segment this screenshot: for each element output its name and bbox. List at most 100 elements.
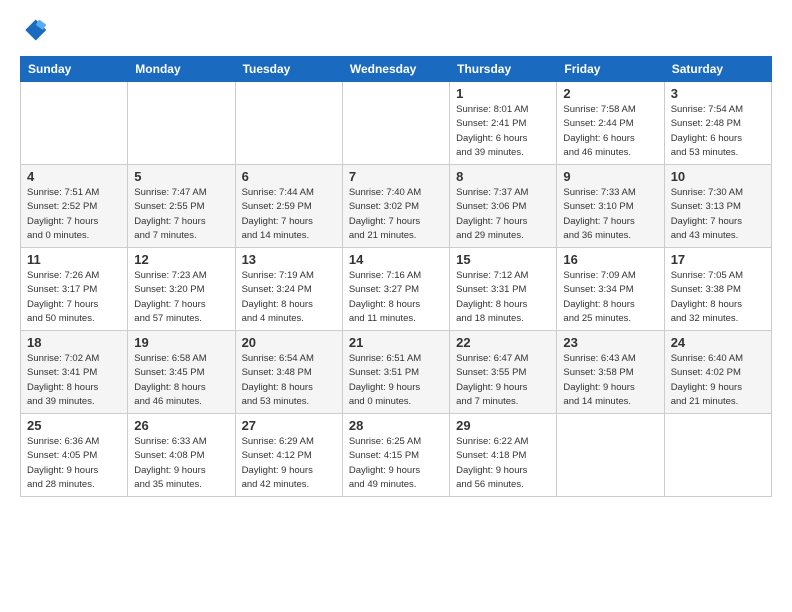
day-info: Sunrise: 7:26 AM Sunset: 3:17 PM Dayligh… [27,269,121,326]
day-number: 25 [27,418,121,433]
day-number: 7 [349,169,443,184]
col-header-wednesday: Wednesday [342,57,449,82]
header-row: SundayMondayTuesdayWednesdayThursdayFrid… [21,57,772,82]
calendar-cell: 17 Sunrise: 7:05 AM Sunset: 3:38 PM Dayli… [664,248,771,331]
calendar-cell: 5 Sunrise: 7:47 AM Sunset: 2:55 PM Daylig… [128,165,235,248]
calendar-cell: 4 Sunrise: 7:51 AM Sunset: 2:52 PM Daylig… [21,165,128,248]
day-info: Sunrise: 7:40 AM Sunset: 3:02 PM Dayligh… [349,186,443,243]
calendar-cell: 2Sunrise: 7:58 AM Sunset: 2:44 PM Daylig… [557,82,664,165]
logo [20,16,52,44]
calendar-cell: 10Sunrise: 7:30 AM Sunset: 3:13 PM Dayli… [664,165,771,248]
day-info: Sunrise: 7:33 AM Sunset: 3:10 PM Dayligh… [563,186,657,243]
day-number: 1 [456,86,550,101]
calendar-cell: 24 Sunrise: 6:40 AM Sunset: 4:02 PM Dayli… [664,331,771,414]
day-info: Sunrise: 6:22 AM Sunset: 4:18 PM Dayligh… [456,435,550,492]
day-number: 4 [27,169,121,184]
day-info: Sunrise: 7:19 AM Sunset: 3:24 PM Dayligh… [242,269,336,326]
page: SundayMondayTuesdayWednesdayThursdayFrid… [0,0,792,507]
day-info: Sunrise: 6:51 AM Sunset: 3:51 PM Dayligh… [349,352,443,409]
day-number: 26 [134,418,228,433]
calendar-cell: 26 Sunrise: 6:33 AM Sunset: 4:08 PM Dayli… [128,414,235,497]
day-number: 18 [27,335,121,350]
week-row-3: 18 Sunrise: 7:02 AM Sunset: 3:41 PM Dayli… [21,331,772,414]
calendar-cell: 13 Sunrise: 7:19 AM Sunset: 3:24 PM Dayli… [235,248,342,331]
day-info: Sunrise: 7:16 AM Sunset: 3:27 PM Dayligh… [349,269,443,326]
day-info: Sunrise: 8:01 AM Sunset: 2:41 PM Dayligh… [456,103,550,160]
day-info: Sunrise: 6:40 AM Sunset: 4:02 PM Dayligh… [671,352,765,409]
day-number: 15 [456,252,550,267]
day-number: 27 [242,418,336,433]
col-header-saturday: Saturday [664,57,771,82]
calendar-cell: 7 Sunrise: 7:40 AM Sunset: 3:02 PM Daylig… [342,165,449,248]
calendar-cell: 22 Sunrise: 6:47 AM Sunset: 3:55 PM Dayli… [450,331,557,414]
day-number: 12 [134,252,228,267]
day-info: Sunrise: 7:47 AM Sunset: 2:55 PM Dayligh… [134,186,228,243]
day-info: Sunrise: 7:23 AM Sunset: 3:20 PM Dayligh… [134,269,228,326]
day-number: 29 [456,418,550,433]
day-info: Sunrise: 7:02 AM Sunset: 3:41 PM Dayligh… [27,352,121,409]
day-info: Sunrise: 6:58 AM Sunset: 3:45 PM Dayligh… [134,352,228,409]
day-number: 2 [563,86,657,101]
week-row-4: 25 Sunrise: 6:36 AM Sunset: 4:05 PM Dayli… [21,414,772,497]
col-header-thursday: Thursday [450,57,557,82]
day-number: 9 [563,169,657,184]
calendar-cell: 11 Sunrise: 7:26 AM Sunset: 3:17 PM Dayli… [21,248,128,331]
calendar-cell: 18 Sunrise: 7:02 AM Sunset: 3:41 PM Dayli… [21,331,128,414]
day-info: Sunrise: 7:37 AM Sunset: 3:06 PM Dayligh… [456,186,550,243]
calendar-cell: 8 Sunrise: 7:37 AM Sunset: 3:06 PM Daylig… [450,165,557,248]
calendar-cell: 27Sunrise: 6:29 AM Sunset: 4:12 PM Dayli… [235,414,342,497]
week-row-0: 1 Sunrise: 8:01 AM Sunset: 2:41 PM Daylig… [21,82,772,165]
logo-icon [20,16,48,44]
day-info: Sunrise: 6:36 AM Sunset: 4:05 PM Dayligh… [27,435,121,492]
calendar-cell [128,82,235,165]
day-number: 16 [563,252,657,267]
day-info: Sunrise: 7:44 AM Sunset: 2:59 PM Dayligh… [242,186,336,243]
day-number: 21 [349,335,443,350]
day-info: Sunrise: 7:54 AM Sunset: 2:48 PM Dayligh… [671,103,765,160]
day-info: Sunrise: 6:54 AM Sunset: 3:48 PM Dayligh… [242,352,336,409]
col-header-friday: Friday [557,57,664,82]
day-number: 8 [456,169,550,184]
calendar-cell: 9 Sunrise: 7:33 AM Sunset: 3:10 PM Daylig… [557,165,664,248]
day-number: 19 [134,335,228,350]
day-number: 20 [242,335,336,350]
day-info: Sunrise: 6:43 AM Sunset: 3:58 PM Dayligh… [563,352,657,409]
day-number: 17 [671,252,765,267]
day-number: 10 [671,169,765,184]
day-number: 6 [242,169,336,184]
calendar-cell [342,82,449,165]
calendar-cell: 12 Sunrise: 7:23 AM Sunset: 3:20 PM Dayli… [128,248,235,331]
calendar-cell: 20 Sunrise: 6:54 AM Sunset: 3:48 PM Dayli… [235,331,342,414]
calendar-cell: 6 Sunrise: 7:44 AM Sunset: 2:59 PM Daylig… [235,165,342,248]
calendar-cell: 14Sunrise: 7:16 AM Sunset: 3:27 PM Dayli… [342,248,449,331]
calendar-cell: 25 Sunrise: 6:36 AM Sunset: 4:05 PM Dayli… [21,414,128,497]
week-row-1: 4 Sunrise: 7:51 AM Sunset: 2:52 PM Daylig… [21,165,772,248]
calendar-cell: 21 Sunrise: 6:51 AM Sunset: 3:51 PM Dayli… [342,331,449,414]
col-header-monday: Monday [128,57,235,82]
calendar-cell: 19 Sunrise: 6:58 AM Sunset: 3:45 PM Dayli… [128,331,235,414]
day-info: Sunrise: 7:05 AM Sunset: 3:38 PM Dayligh… [671,269,765,326]
day-info: Sunrise: 6:47 AM Sunset: 3:55 PM Dayligh… [456,352,550,409]
col-header-tuesday: Tuesday [235,57,342,82]
day-number: 22 [456,335,550,350]
calendar-cell: 23 Sunrise: 6:43 AM Sunset: 3:58 PM Dayli… [557,331,664,414]
day-number: 11 [27,252,121,267]
day-number: 28 [349,418,443,433]
day-number: 13 [242,252,336,267]
calendar-cell: 15 Sunrise: 7:12 AM Sunset: 3:31 PM Dayli… [450,248,557,331]
calendar-cell: 1 Sunrise: 8:01 AM Sunset: 2:41 PM Daylig… [450,82,557,165]
week-row-2: 11 Sunrise: 7:26 AM Sunset: 3:17 PM Dayli… [21,248,772,331]
calendar-cell [235,82,342,165]
day-info: Sunrise: 7:51 AM Sunset: 2:52 PM Dayligh… [27,186,121,243]
day-info: Sunrise: 7:09 AM Sunset: 3:34 PM Dayligh… [563,269,657,326]
day-info: Sunrise: 7:12 AM Sunset: 3:31 PM Dayligh… [456,269,550,326]
col-header-sunday: Sunday [21,57,128,82]
calendar-cell [557,414,664,497]
calendar-cell: 16 Sunrise: 7:09 AM Sunset: 3:34 PM Dayli… [557,248,664,331]
day-number: 23 [563,335,657,350]
day-number: 5 [134,169,228,184]
day-info: Sunrise: 6:25 AM Sunset: 4:15 PM Dayligh… [349,435,443,492]
day-info: Sunrise: 6:33 AM Sunset: 4:08 PM Dayligh… [134,435,228,492]
calendar-cell [21,82,128,165]
day-number: 24 [671,335,765,350]
